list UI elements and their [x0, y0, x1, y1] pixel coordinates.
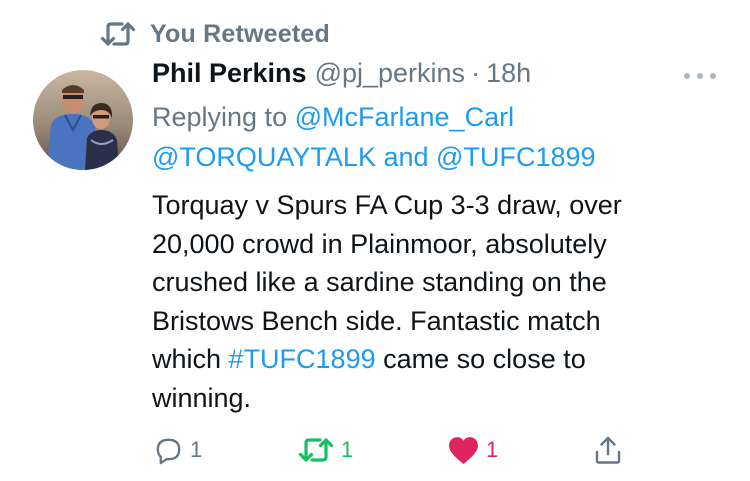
author-name[interactable]: Phil Perkins: [152, 58, 307, 89]
like-count: 1: [486, 437, 499, 462]
replying-to: Replying to @McFarlane_Carl @TORQUAYTALK…: [152, 97, 722, 177]
share-icon: [592, 434, 624, 466]
retweet-icon: [100, 18, 136, 50]
hashtag-tufc1899[interactable]: #TUFC1899: [229, 344, 376, 374]
more-options-icon[interactable]: [680, 64, 720, 88]
retweet-count: 1: [341, 437, 354, 462]
tweet-line: Torquay v Spurs FA Cup 3-3 draw, over: [152, 190, 622, 220]
mention-tufc1899[interactable]: @TUFC1899: [436, 142, 595, 172]
tweet-line: 20,000 crowd in Plainmoor, absolutely: [152, 228, 607, 259]
retweet-context-label: You Retweeted: [150, 19, 330, 48]
like-button[interactable]: 1: [447, 428, 498, 472]
avatar[interactable]: [33, 70, 133, 170]
more-dot: [684, 73, 690, 79]
tweet-header: Phil Perkins @pj_perkins · 18h: [152, 58, 712, 96]
share-button[interactable]: [592, 428, 624, 472]
tweet-line: winning.: [152, 382, 252, 413]
reply-button[interactable]: 1: [153, 428, 202, 472]
replying-to-prefix: Replying to: [152, 102, 288, 132]
tweet-line: which #TUFC1899 came so close to: [152, 340, 712, 379]
more-dot: [697, 73, 703, 79]
tweet-text-fragment: which: [152, 344, 222, 374]
retweet-context: You Retweeted: [100, 16, 330, 52]
tweet-timestamp[interactable]: 18h: [486, 58, 531, 89]
tweet-text-fragment: came so close to: [383, 344, 586, 374]
tweet-text: Torquay v Spurs FA Cup 3-3 draw, over 20…: [152, 186, 712, 417]
reply-icon: [153, 435, 184, 466]
mention-mcfarlane-carl[interactable]: @McFarlane_Carl: [295, 102, 514, 132]
retweet-icon: [297, 434, 335, 466]
header-separator: ·: [471, 58, 481, 88]
mention-torquaytalk[interactable]: @TORQUAYTALK: [152, 142, 376, 172]
retweet-button[interactable]: 1: [297, 428, 353, 472]
tweet-actions: 1 1 1: [0, 428, 750, 472]
tweet-line: Bristows Bench side. Fantastic match: [152, 305, 601, 336]
replying-to-conjunction: and: [383, 142, 429, 172]
author-handle[interactable]: @pj_perkins: [315, 58, 465, 89]
tweet-line: crushed like a sardine standing on the: [152, 267, 607, 297]
more-dot: [710, 73, 716, 79]
reply-count: 1: [190, 437, 203, 462]
heart-icon: [447, 435, 480, 466]
